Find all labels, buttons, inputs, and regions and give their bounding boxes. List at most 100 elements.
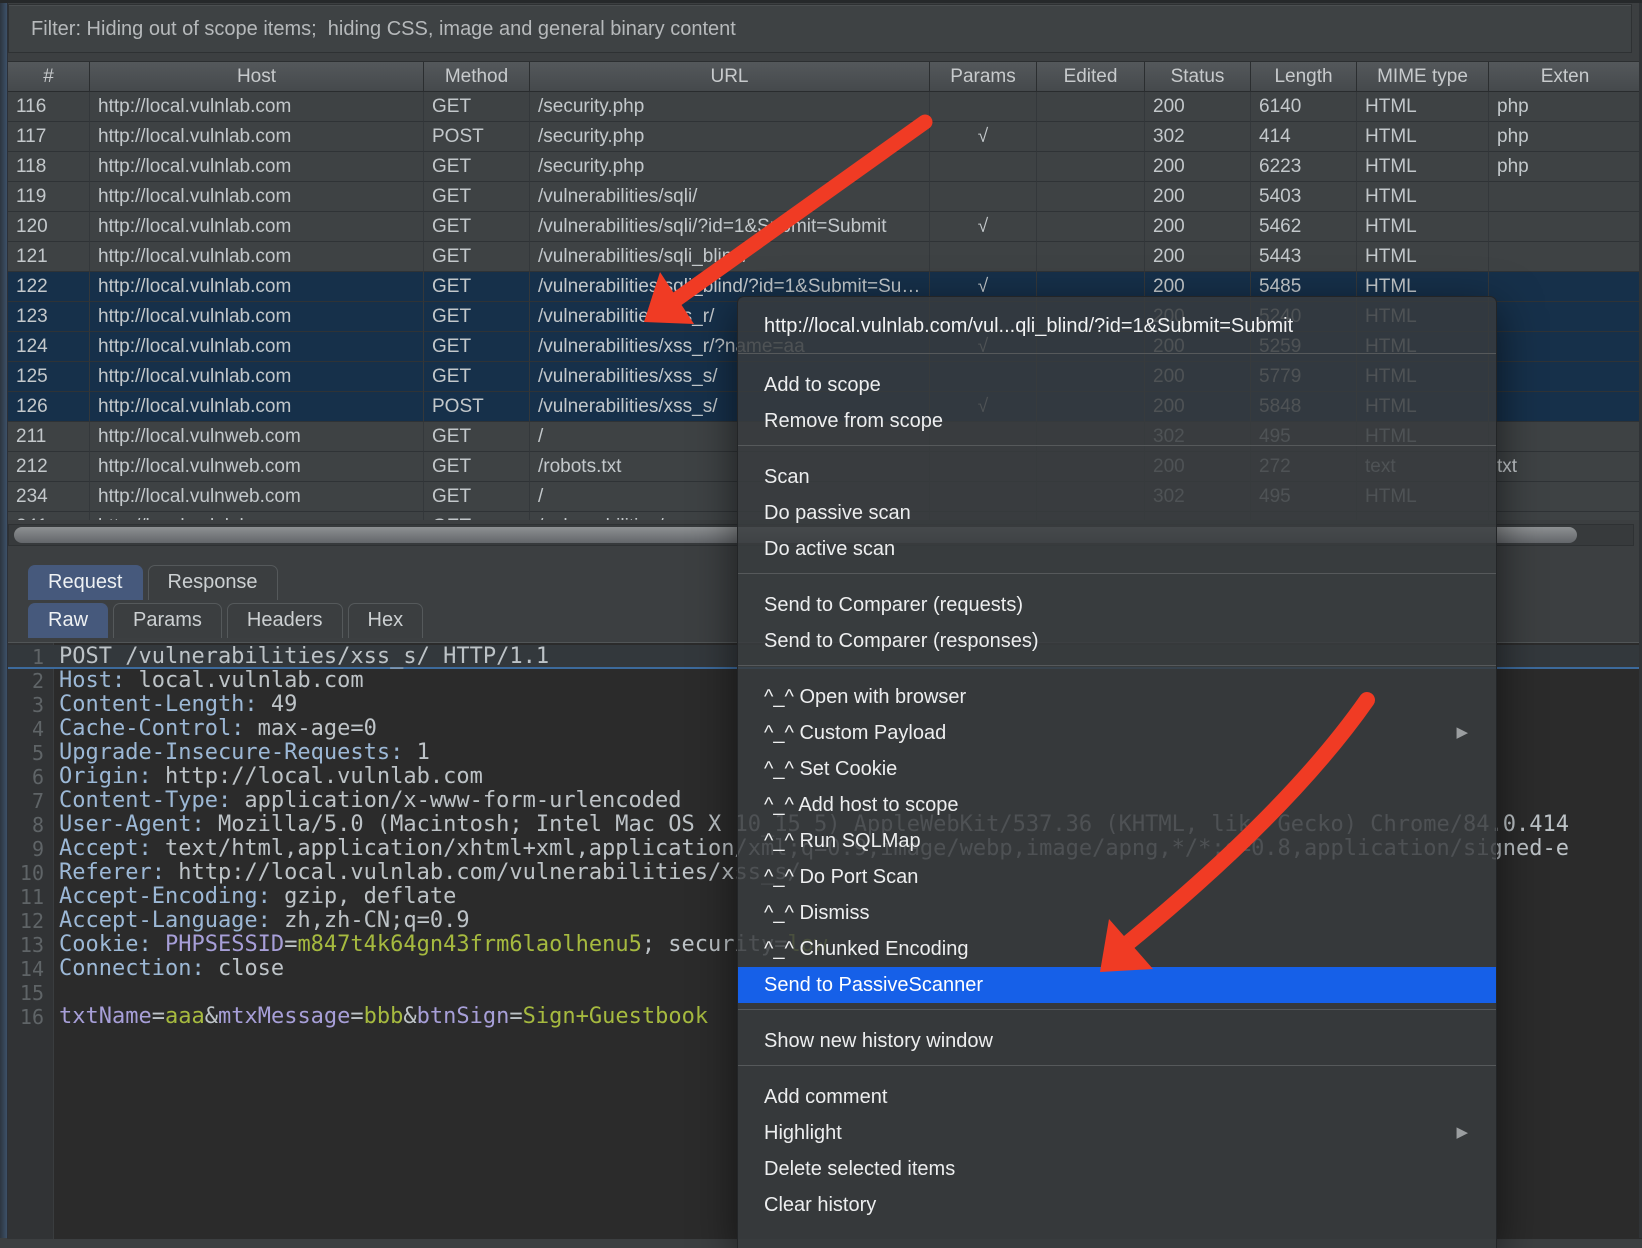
- cell-host: http://local.vulnlab.com: [90, 182, 424, 212]
- cell-host: http://local.vulnweb.com: [90, 452, 424, 482]
- table-row[interactable]: 116http://local.vulnlab.comGET/security.…: [8, 92, 1642, 122]
- code-segment: [152, 932, 165, 957]
- table-row[interactable]: 117http://local.vulnlab.comPOST/security…: [8, 122, 1642, 152]
- context-menu: http://local.vulnlab.com/vul...qli_blind…: [737, 296, 1497, 1248]
- history-header: #HostMethodURLParamsEditedStatusLengthMI…: [8, 62, 1642, 92]
- column-header-host[interactable]: Host: [90, 62, 424, 92]
- tab-headers[interactable]: Headers: [227, 603, 343, 638]
- menu-item-do-port-scan[interactable]: ^_^ Do Port Scan: [738, 859, 1496, 895]
- cell-num: 126: [8, 392, 90, 422]
- cell-method: GET: [424, 422, 530, 452]
- cell-mime: HTML: [1357, 212, 1489, 242]
- cell-ext: [1489, 482, 1642, 512]
- column-header-length[interactable]: Length: [1251, 62, 1357, 92]
- line-content: Cache-Control: max-age=0: [53, 717, 377, 741]
- menu-item-send-to-passivescanner[interactable]: Send to PassiveScanner: [738, 967, 1496, 1003]
- cell-status: 200: [1145, 152, 1251, 182]
- column-header-mime-type[interactable]: MIME type: [1357, 62, 1489, 92]
- line-number: 8: [7, 813, 53, 837]
- cell-num: 121: [8, 242, 90, 272]
- table-row[interactable]: 121http://local.vulnlab.comGET/vulnerabi…: [8, 242, 1642, 272]
- code-segment: http://local.vulnlab.com/vulnerabilities…: [165, 860, 801, 885]
- code-segment: http://local.vulnlab.com: [152, 764, 483, 789]
- line-number: 13: [7, 933, 53, 957]
- column-header-edited[interactable]: Edited: [1037, 62, 1145, 92]
- column-header-method[interactable]: Method: [424, 62, 530, 92]
- cell-num: 212: [8, 452, 90, 482]
- menu-item-label: Add to scope: [764, 367, 1470, 403]
- cell-method: GET: [424, 152, 530, 182]
- column-header-exten[interactable]: Exten: [1489, 62, 1642, 92]
- cell-edited: [1037, 152, 1145, 182]
- code-segment: txtName: [59, 1004, 152, 1029]
- column-header-url[interactable]: URL: [530, 62, 930, 92]
- proxy-history-filter-bar[interactable]: Filter: Hiding out of scope items; hidin…: [8, 4, 1632, 53]
- menu-item-highlight[interactable]: Highlight▶: [738, 1115, 1496, 1151]
- code-segment: Accept-Encoding:: [59, 884, 271, 909]
- menu-item-clear-history[interactable]: Clear history: [738, 1187, 1496, 1223]
- line-number: 3: [7, 693, 53, 717]
- cell-method: POST: [424, 122, 530, 152]
- menu-item-label: Clear history: [764, 1187, 1470, 1223]
- menu-item-send-to-comparer-responses[interactable]: Send to Comparer (responses): [738, 623, 1496, 659]
- code-segment: close: [205, 956, 284, 981]
- cell-method: GET: [424, 242, 530, 272]
- table-row[interactable]: 120http://local.vulnlab.comGET/vulnerabi…: [8, 212, 1642, 242]
- code-segment: Cookie:: [59, 932, 152, 957]
- menu-item-show-new-history-window[interactable]: Show new history window: [738, 1023, 1496, 1059]
- menu-item-custom-payload[interactable]: ^_^ Custom Payload▶: [738, 715, 1496, 751]
- cell-edited: [1037, 212, 1145, 242]
- menu-item-remove-from-scope[interactable]: Remove from scope: [738, 403, 1496, 439]
- line-number: 15: [7, 981, 53, 1005]
- line-content: Connection: close: [53, 957, 284, 981]
- cell-mime: HTML: [1357, 242, 1489, 272]
- menu-item-open-with-browser[interactable]: ^_^ Open with browser: [738, 679, 1496, 715]
- tab-raw[interactable]: Raw: [28, 603, 108, 638]
- tab-response[interactable]: Response: [148, 565, 278, 600]
- menu-item-do-passive-scan[interactable]: Do passive scan: [738, 495, 1496, 531]
- code-segment: =: [284, 932, 297, 957]
- cell-params: √: [930, 212, 1037, 242]
- cell-host: http://local.vulnweb.com: [90, 482, 424, 512]
- tab-params[interactable]: Params: [113, 603, 222, 638]
- column-header-#[interactable]: #: [8, 62, 90, 92]
- tab-hex[interactable]: Hex: [348, 603, 424, 638]
- code-segment: Origin:: [59, 764, 152, 789]
- menu-item-delete-selected-items[interactable]: Delete selected items: [738, 1151, 1496, 1187]
- menu-item-dismiss[interactable]: ^_^ Dismiss: [738, 895, 1496, 931]
- code-segment: Accept-Language:: [59, 908, 271, 933]
- menu-item-label: Send to Comparer (requests): [764, 587, 1470, 623]
- cell-num: 120: [8, 212, 90, 242]
- line-number: 12: [7, 909, 53, 933]
- table-row[interactable]: 119http://local.vulnlab.comGET/vulnerabi…: [8, 182, 1642, 212]
- code-segment: PHPSESSID: [165, 932, 284, 957]
- menu-item-run-sqlmap[interactable]: ^_^ Run SQLMap: [738, 823, 1496, 859]
- menu-item-set-cookie[interactable]: ^_^ Set Cookie: [738, 751, 1496, 787]
- menu-item-add-comment[interactable]: Add comment: [738, 1079, 1496, 1115]
- menu-item-do-active-scan[interactable]: Do active scan: [738, 531, 1496, 567]
- menu-item-scan[interactable]: Scan: [738, 459, 1496, 495]
- code-segment: =: [350, 1004, 363, 1029]
- menu-item-send-to-comparer-requests[interactable]: Send to Comparer (requests): [738, 587, 1496, 623]
- menu-item-add-to-scope[interactable]: Add to scope: [738, 367, 1496, 403]
- cell-ext: [1489, 182, 1642, 212]
- line-number: 4: [7, 717, 53, 741]
- column-header-status[interactable]: Status: [1145, 62, 1251, 92]
- window-top-edge: [0, 0, 1642, 3]
- cell-method: GET: [424, 482, 530, 512]
- code-segment: aaa: [165, 1004, 205, 1029]
- tab-request[interactable]: Request: [28, 565, 143, 600]
- column-header-params[interactable]: Params: [930, 62, 1037, 92]
- cell-method: GET: [424, 92, 530, 122]
- line-number: 16: [7, 1005, 53, 1029]
- menu-separator: [738, 1065, 1496, 1066]
- menu-item-add-host-to-scope[interactable]: ^_^ Add host to scope: [738, 787, 1496, 823]
- cell-status: 200: [1145, 212, 1251, 242]
- menu-item-chunked-encoding[interactable]: ^_^ Chunked Encoding: [738, 931, 1496, 967]
- line-content: Cookie: PHPSESSID=m847t4k64gn43frm6laolh…: [53, 933, 827, 957]
- table-row[interactable]: 118http://local.vulnlab.comGET/security.…: [8, 152, 1642, 182]
- cell-length: 5403: [1251, 182, 1357, 212]
- cell-length: 5462: [1251, 212, 1357, 242]
- cell-host: http://local.vulnlab.com: [90, 302, 424, 332]
- menu-item-label: ^_^ Do Port Scan: [764, 859, 1470, 895]
